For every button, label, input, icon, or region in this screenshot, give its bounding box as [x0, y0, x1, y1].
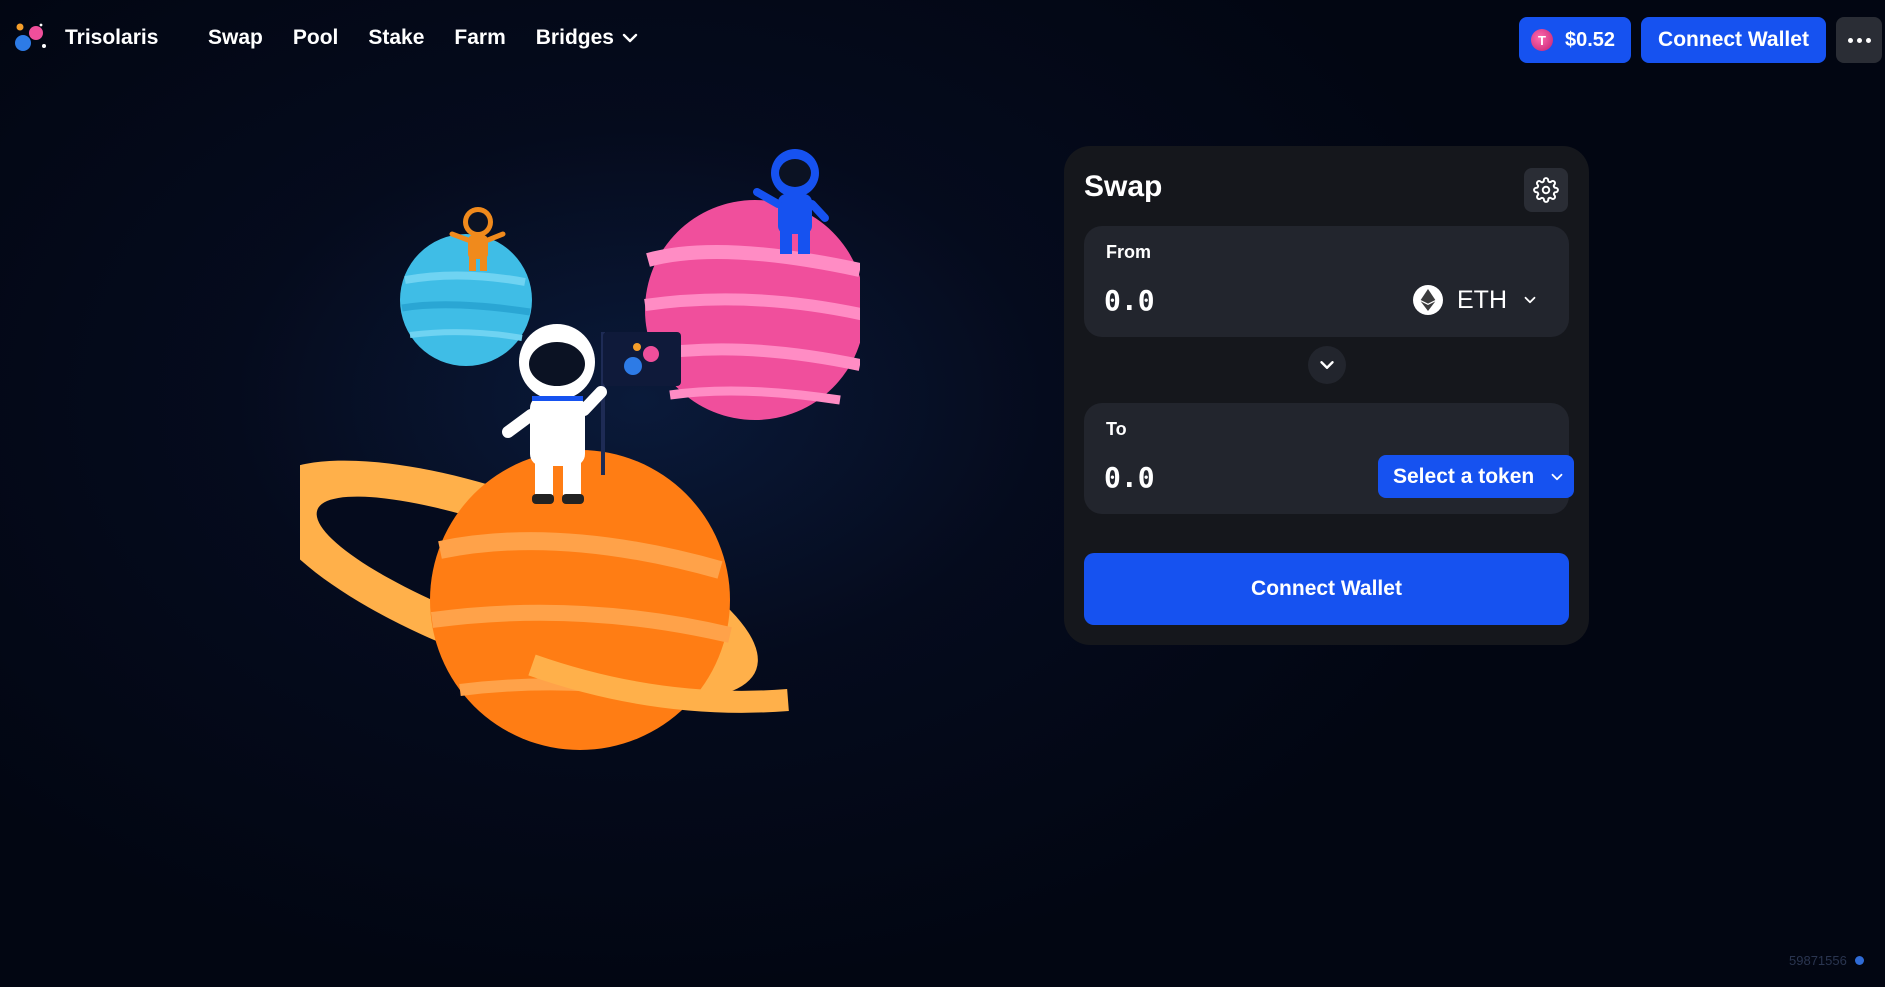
more-options-button[interactable]: [1836, 17, 1882, 63]
tri-token-letter: T: [1538, 32, 1546, 48]
dot-icon: [1865, 37, 1871, 43]
gear-icon: [1533, 177, 1559, 203]
blue-planet-icon: [400, 234, 532, 366]
pink-planet-icon: [644, 200, 860, 420]
to-panel: To Select a token: [1084, 403, 1574, 514]
token-price-pill[interactable]: T $0.52: [1519, 17, 1631, 63]
from-amount-input[interactable]: [1104, 280, 1324, 320]
chevron-down-icon: [1320, 361, 1334, 369]
nav-stake[interactable]: Stake: [368, 26, 424, 50]
nav-swap[interactable]: Swap: [208, 26, 263, 50]
ethereum-icon: [1413, 285, 1443, 315]
version-indicator: 59871556: [1789, 953, 1864, 968]
space-illustration: [300, 149, 860, 750]
status-dot-icon: [1854, 956, 1864, 965]
select-token-button[interactable]: Select a token: [1378, 455, 1574, 498]
from-label: From: [1106, 242, 1151, 262]
swap-title: Swap: [1084, 170, 1163, 203]
header-connect-wallet-button[interactable]: Connect Wallet: [1641, 17, 1826, 63]
header: Trisolaris Swap Pool Stake Farm Bridges …: [0, 0, 1885, 78]
to-label: To: [1106, 419, 1127, 439]
nav-farm[interactable]: Farm: [454, 26, 505, 50]
tri-token-icon: T: [1531, 29, 1553, 51]
trisolaris-logo-icon[interactable]: [14, 20, 50, 56]
from-panel: From ETH: [1084, 226, 1569, 337]
from-token-symbol: ETH: [1457, 285, 1507, 314]
nav-bridges[interactable]: Bridges: [536, 26, 640, 50]
from-token-selector[interactable]: ETH: [1413, 282, 1539, 318]
to-amount-input[interactable]: [1104, 457, 1324, 497]
nav-pool[interactable]: Pool: [293, 26, 339, 50]
switch-direction-button[interactable]: [1308, 346, 1346, 384]
version-number: 59871556: [1789, 953, 1847, 968]
chevron-down-icon: [1548, 468, 1566, 486]
chevron-down-icon: [622, 33, 638, 43]
brand-name[interactable]: Trisolaris: [65, 26, 158, 50]
dot-icon: [1856, 37, 1862, 43]
dot-icon: [1847, 37, 1853, 43]
swap-connect-wallet-button[interactable]: Connect Wallet: [1084, 553, 1569, 625]
chevron-down-icon: [1521, 291, 1539, 309]
main-nav: Swap Pool Stake Farm Bridges: [208, 26, 640, 50]
swap-card: Swap From ETH To Select a token: [1064, 146, 1589, 645]
select-token-label: Select a token: [1393, 464, 1535, 488]
settings-button[interactable]: [1524, 168, 1568, 212]
nav-bridges-label: Bridges: [535, 26, 614, 49]
token-price: $0.52: [1565, 28, 1616, 51]
